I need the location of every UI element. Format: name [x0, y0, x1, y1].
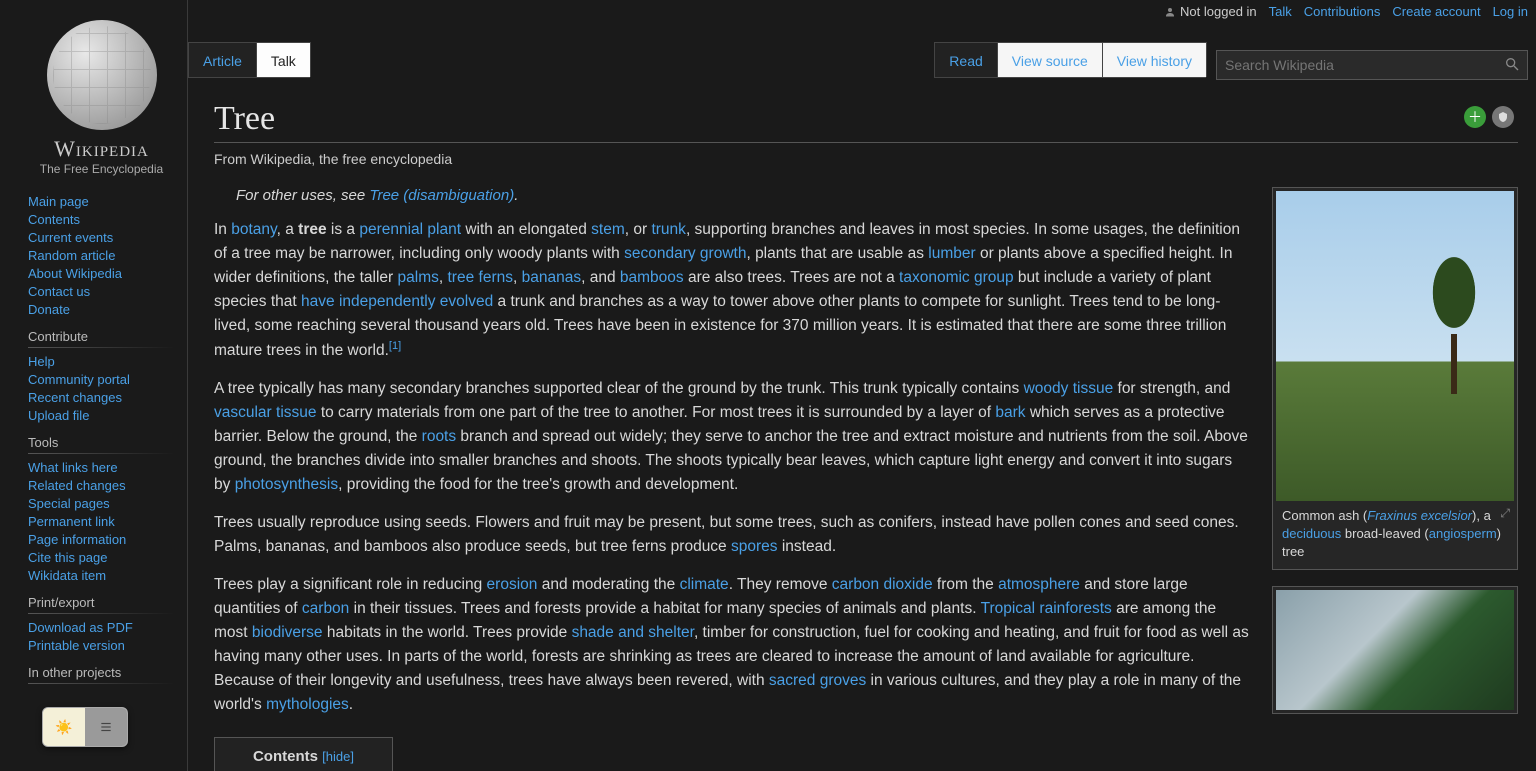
sidebar-item-what-links-here[interactable]: What links here — [28, 460, 118, 475]
toc-title: Contents [hide] — [231, 748, 376, 765]
sidebar-item-wikidata-item[interactable]: Wikidata item — [28, 568, 106, 583]
sidebar-heading-contribute: Contribute — [28, 329, 175, 348]
paragraph-3: Trees usually reproduce using seeds. Flo… — [214, 511, 1254, 559]
sidebar-item-page-information[interactable]: Page information — [28, 532, 126, 547]
site-sub: From Wikipedia, the free encyclopedia — [214, 151, 1518, 167]
link-climate[interactable]: climate — [680, 576, 729, 593]
link-carbon-dioxide[interactable]: carbon dioxide — [832, 576, 933, 593]
sidebar-heading-other-projects: In other projects — [28, 665, 175, 684]
link-lumber[interactable]: lumber — [928, 245, 975, 262]
link-secondary-growth[interactable]: secondary growth — [624, 245, 746, 262]
sidebar-item-main-page[interactable]: Main page — [28, 194, 89, 209]
sidebar-item-upload-file[interactable]: Upload file — [28, 408, 89, 423]
tab-read[interactable]: Read — [934, 42, 997, 77]
link-carbon[interactable]: carbon — [302, 600, 349, 617]
user-icon — [1164, 6, 1176, 18]
link-trunk[interactable]: trunk — [651, 221, 685, 238]
tab-view-history[interactable]: View history — [1102, 42, 1207, 77]
sidebar-item-about[interactable]: About Wikipedia — [28, 266, 122, 281]
toc-hide-link[interactable]: [hide] — [322, 749, 354, 764]
link-bananas[interactable]: bananas — [522, 269, 581, 286]
link-taxonomic-group[interactable]: taxonomic group — [899, 269, 1014, 286]
link-fraxinus[interactable]: Fraxinus excelsior — [1367, 508, 1472, 523]
link-erosion[interactable]: erosion — [487, 576, 538, 593]
paragraph-4: Trees play a significant role in reducin… — [214, 573, 1254, 717]
sidebar-item-permanent-link[interactable]: Permanent link — [28, 514, 115, 529]
floating-widget[interactable]: ☀️ — [42, 707, 128, 747]
tab-view-source[interactable]: View source — [997, 42, 1103, 77]
personal-bar: Not logged in Talk Contributions Create … — [1164, 4, 1528, 19]
infobox-image-2 — [1272, 586, 1518, 714]
link-sacred-groves[interactable]: sacred groves — [769, 672, 866, 689]
link-disambiguation[interactable]: Tree (disambiguation) — [369, 187, 514, 204]
sidebar-item-printable-version[interactable]: Printable version — [28, 638, 125, 653]
link-angiosperm[interactable]: angiosperm — [1429, 526, 1497, 541]
link-photosynthesis[interactable]: photosynthesis — [235, 476, 338, 493]
personal-talk[interactable]: Talk — [1269, 4, 1292, 19]
sidebar-item-related-changes[interactable]: Related changes — [28, 478, 126, 493]
logo-title: Wikipedia — [28, 136, 175, 162]
sidebar-item-contact[interactable]: Contact us — [28, 284, 90, 299]
link-tree-ferns[interactable]: tree ferns — [448, 269, 513, 286]
view-tabs: Read View source View history — [934, 42, 1206, 78]
sidebar-item-contents[interactable]: Contents — [28, 212, 80, 227]
paragraph-2: A tree typically has many secondary bran… — [214, 377, 1254, 497]
link-spores[interactable]: spores — [731, 538, 778, 555]
content: Tree From Wikipedia, the free encycloped… — [214, 100, 1518, 771]
paragraph-1: In botany, a tree is a perennial plant w… — [214, 218, 1254, 363]
personal-login[interactable]: Log in — [1493, 4, 1528, 19]
sidebar-heading-print: Print/export — [28, 595, 175, 614]
thumb-image-ash-tree[interactable] — [1276, 191, 1514, 501]
link-atmosphere[interactable]: atmosphere — [998, 576, 1080, 593]
link-perennial-plant[interactable]: perennial plant — [359, 221, 461, 238]
sidebar: Wikipedia The Free Encyclopedia Main pag… — [0, 0, 188, 771]
search-box — [1216, 50, 1528, 80]
sidebar-item-community-portal[interactable]: Community portal — [28, 372, 130, 387]
logo[interactable]: Wikipedia The Free Encyclopedia — [28, 20, 175, 176]
sidebar-main-list: Main page Contents Current events Random… — [28, 194, 175, 317]
logo-subtitle: The Free Encyclopedia — [28, 162, 175, 176]
toc: Contents [hide] 1Definition 2Overview 3D… — [214, 737, 393, 771]
enlarge-icon[interactable]: ⤢ — [1500, 505, 1510, 522]
link-mythologies[interactable]: mythologies — [266, 696, 349, 713]
namespace-tabs: Article Talk — [188, 42, 310, 78]
link-woody-tissue[interactable]: woody tissue — [1024, 380, 1114, 397]
link-palms[interactable]: palms — [398, 269, 439, 286]
sidebar-item-special-pages[interactable]: Special pages — [28, 496, 110, 511]
personal-create-account[interactable]: Create account — [1392, 4, 1480, 19]
widget-right-icon — [85, 708, 127, 746]
tab-talk[interactable]: Talk — [256, 42, 311, 77]
thumb-image-conifer[interactable] — [1276, 590, 1514, 710]
link-bark[interactable]: bark — [995, 404, 1025, 421]
link-shade-shelter[interactable]: shade and shelter — [572, 624, 694, 641]
link-stem[interactable]: stem — [591, 221, 625, 238]
wikipedia-globe-icon — [47, 20, 157, 130]
search-icon[interactable] — [1504, 56, 1520, 75]
sidebar-item-cite-this-page[interactable]: Cite this page — [28, 550, 108, 565]
ref-1[interactable]: [1] — [389, 340, 401, 352]
link-botany[interactable]: botany — [231, 221, 276, 238]
widget-left-icon: ☀️ — [43, 708, 85, 746]
sidebar-item-help[interactable]: Help — [28, 354, 55, 369]
sidebar-item-current-events[interactable]: Current events — [28, 230, 113, 245]
sidebar-item-random-article[interactable]: Random article — [28, 248, 115, 263]
link-tropical-rainforests[interactable]: Tropical rainforests — [981, 600, 1112, 617]
search-input[interactable] — [1216, 50, 1528, 80]
sidebar-item-download-pdf[interactable]: Download as PDF — [28, 620, 133, 635]
link-roots[interactable]: roots — [422, 428, 456, 445]
thumb-caption-1: ⤢ Common ash (Fraxinus excelsior), a dec… — [1276, 501, 1514, 566]
link-deciduous[interactable]: deciduous — [1282, 526, 1341, 541]
link-biodiverse[interactable]: biodiverse — [252, 624, 323, 641]
personal-contributions[interactable]: Contributions — [1304, 4, 1381, 19]
sidebar-heading-tools: Tools — [28, 435, 175, 454]
link-independently-evolved[interactable]: have independently evolved — [301, 293, 493, 310]
sidebar-item-recent-changes[interactable]: Recent changes — [28, 390, 122, 405]
tab-article[interactable]: Article — [188, 42, 257, 77]
sidebar-item-donate[interactable]: Donate — [28, 302, 70, 317]
link-bamboos[interactable]: bamboos — [620, 269, 684, 286]
infobox-image-1: ⤢ Common ash (Fraxinus excelsior), a dec… — [1272, 187, 1518, 570]
page-title: Tree — [214, 100, 1518, 143]
not-logged-in: Not logged in — [1164, 4, 1257, 19]
link-vascular-tissue[interactable]: vascular tissue — [214, 404, 317, 421]
